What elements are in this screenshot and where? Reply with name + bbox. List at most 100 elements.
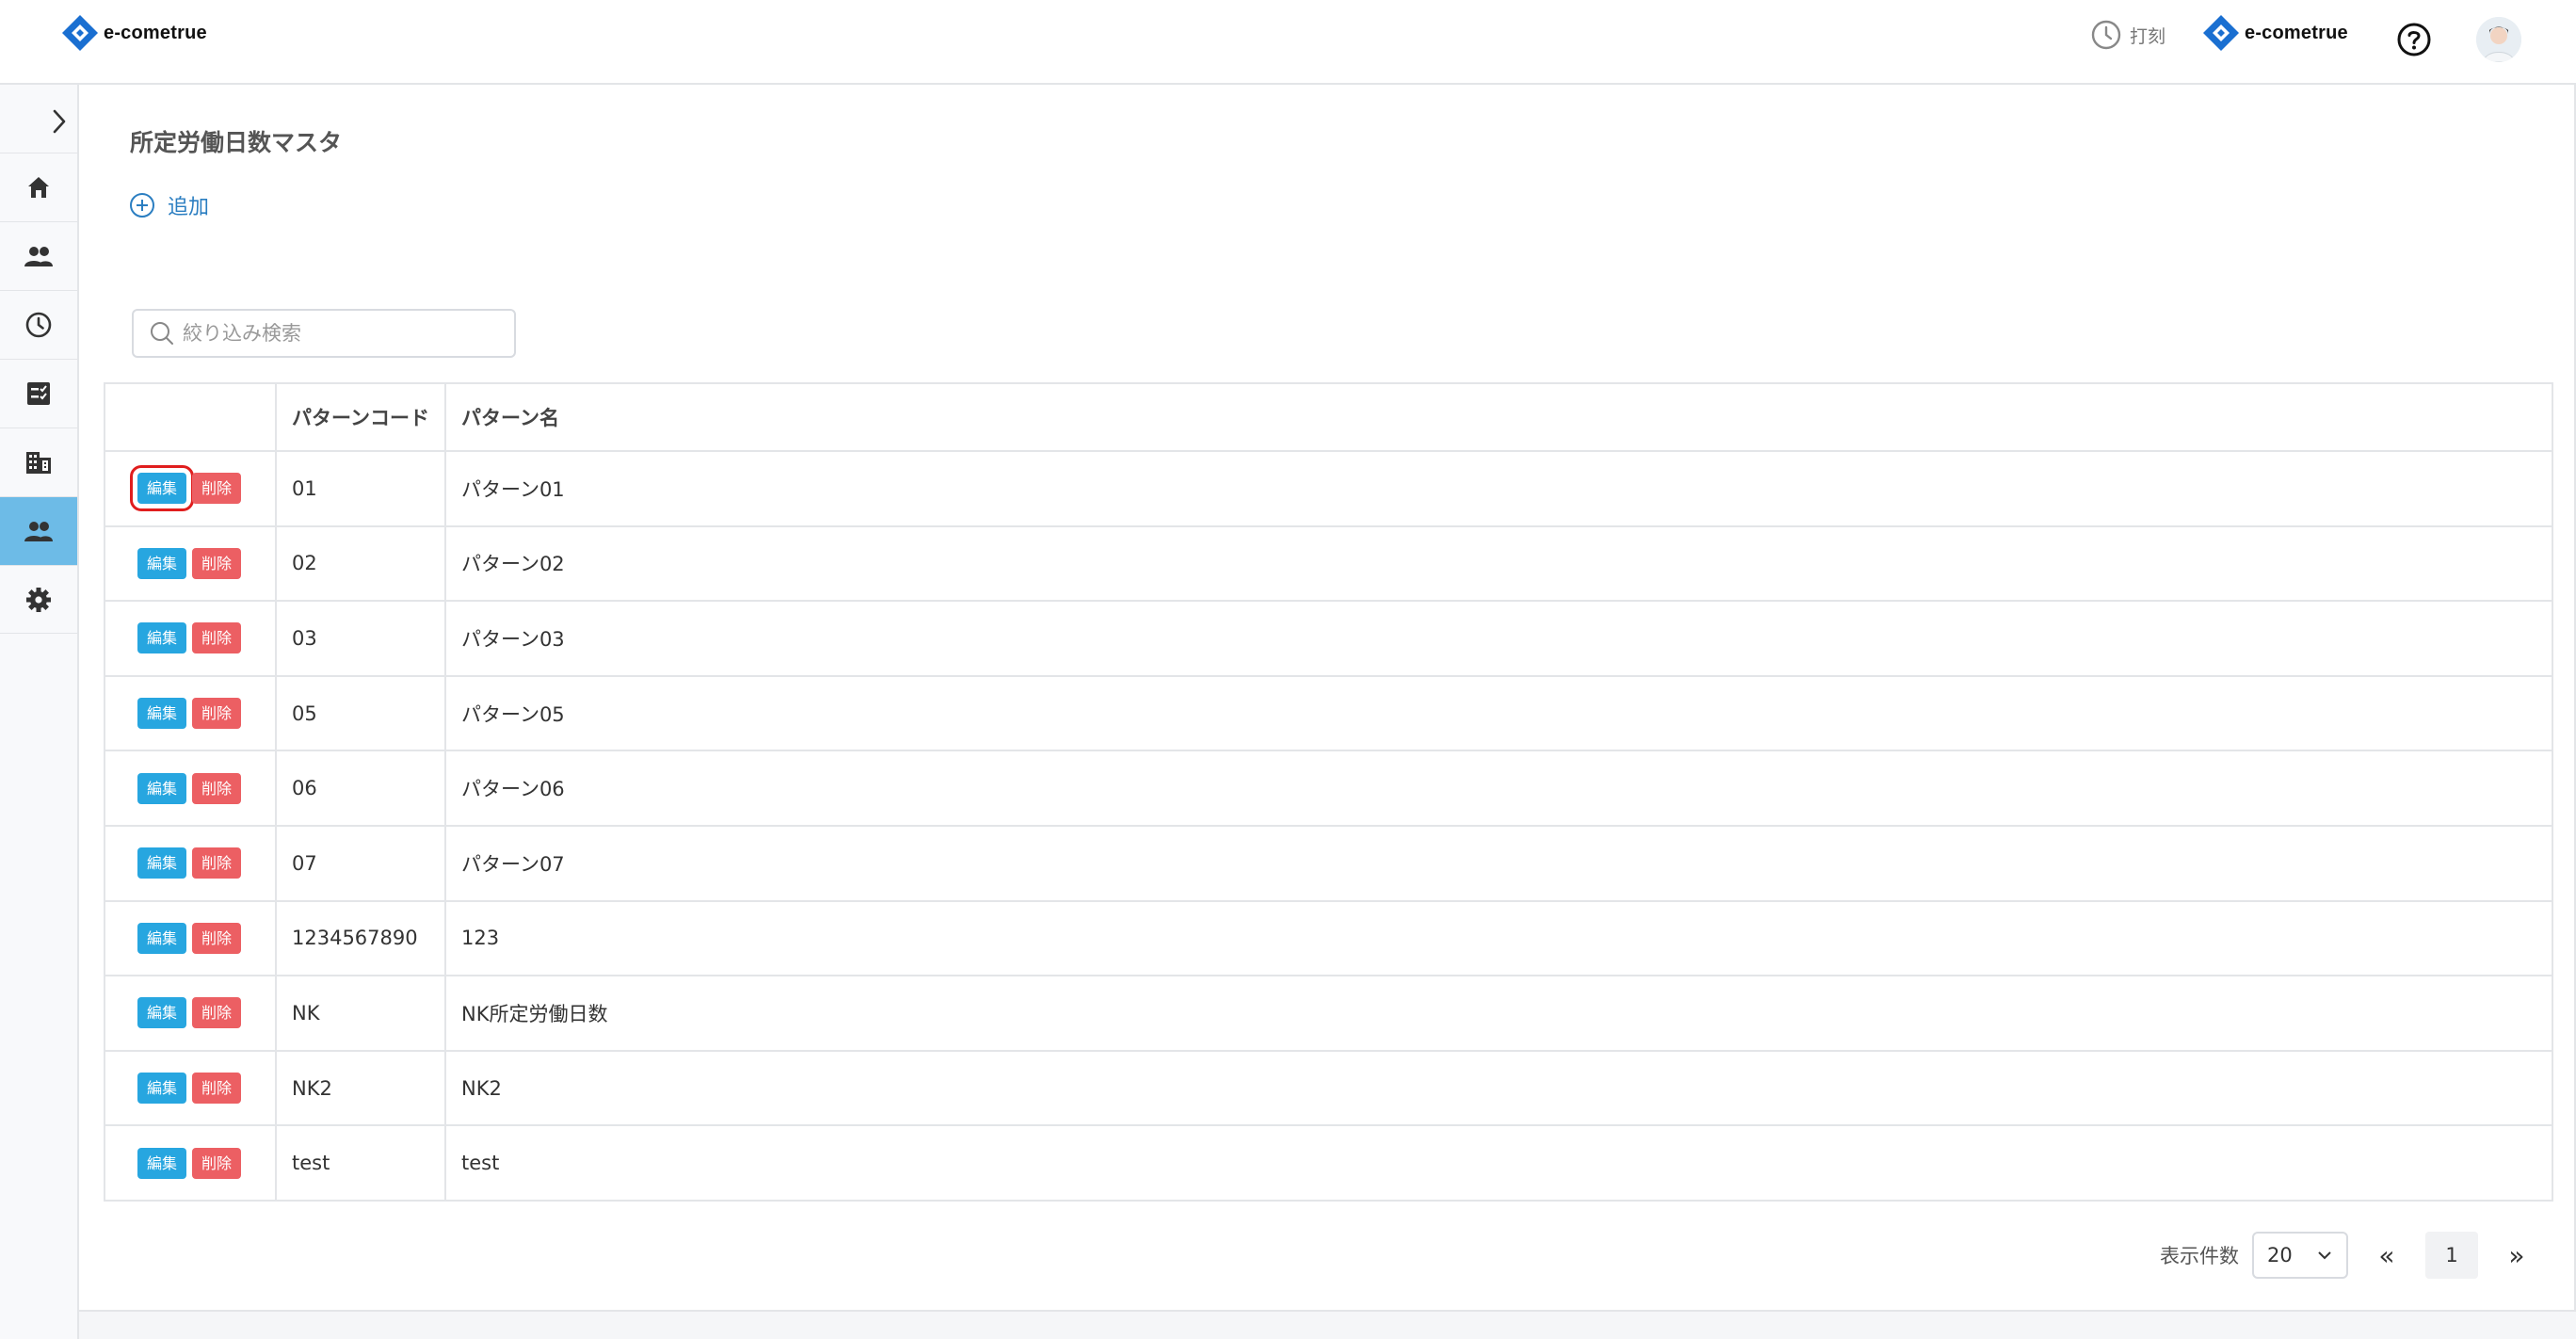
page-title: 所定労働日数マスタ	[130, 129, 343, 156]
delete-button[interactable]: 削除	[192, 922, 242, 954]
search-input[interactable]	[183, 322, 503, 345]
company-logo: e-cometrue	[2201, 13, 2348, 53]
row-actions: 編集 削除	[104, 750, 277, 827]
delete-button[interactable]: 削除	[192, 847, 242, 879]
user-avatar[interactable]	[2476, 17, 2521, 62]
next-page-button[interactable]: »	[2491, 1232, 2542, 1279]
pattern-table: パターンコード パターン名 編集 削除 01 パターン01 編集 削除 02 パ…	[104, 382, 2553, 1202]
users-icon	[24, 247, 53, 266]
table-row: 編集 削除 NK NK所定労働日数	[104, 975, 2553, 1052]
plus-circle-icon	[130, 193, 154, 218]
edit-button[interactable]: 編集	[137, 922, 187, 954]
add-label: 追加	[168, 196, 210, 219]
table-row: 編集 削除 NK2 NK2	[104, 1049, 2553, 1127]
sidebar-item-home[interactable]	[0, 153, 77, 221]
cell-name: パターン06	[444, 750, 2553, 827]
cell-code: 01	[275, 450, 446, 527]
gear-icon	[26, 587, 51, 612]
sidebar-item-employees[interactable]	[0, 221, 77, 290]
sidebar-item-approvals[interactable]	[0, 359, 77, 428]
delete-button[interactable]: 削除	[192, 772, 242, 804]
top-header: e-cometrue 打刻 e-cometrue	[0, 0, 2576, 85]
sidebar-item-attendance[interactable]	[0, 290, 77, 359]
row-actions: 編集 削除	[104, 1049, 277, 1127]
row-actions: 編集 削除	[104, 450, 277, 527]
edit-button[interactable]: 編集	[129, 465, 195, 512]
cell-name: 123	[444, 899, 2553, 977]
cell-name: NK所定労働日数	[444, 975, 2553, 1052]
punch-label: 打刻	[2130, 25, 2166, 47]
row-actions: 編集 削除	[104, 524, 277, 603]
table-row: 編集 削除 07 パターン07	[104, 824, 2553, 902]
table-row: 編集 削除 1234567890 123	[104, 899, 2553, 977]
cell-name: パターン01	[444, 450, 2553, 527]
table-row: 編集 削除 05 パターン05	[104, 674, 2553, 752]
delete-button[interactable]: 削除	[192, 547, 242, 579]
add-button[interactable]: 追加	[128, 190, 209, 220]
cell-name: test	[444, 1124, 2553, 1202]
page-number-button[interactable]: 1	[2425, 1232, 2478, 1279]
sidebar-item-organization[interactable]	[0, 428, 77, 496]
cell-name: パターン07	[444, 824, 2553, 902]
row-actions: 編集 削除	[104, 975, 277, 1052]
edit-button[interactable]: 編集	[137, 1147, 187, 1179]
column-header-actions	[104, 382, 277, 452]
row-actions: 編集 削除	[104, 674, 277, 752]
brand-logo[interactable]: e-cometrue	[60, 13, 207, 53]
sidebar-item-master[interactable]	[0, 496, 77, 565]
chevron-down-icon	[2318, 1251, 2331, 1260]
table-row: 編集 削除 03 パターン03	[104, 600, 2553, 677]
company-name: e-cometrue	[2245, 22, 2348, 43]
per-page-label: 表示件数	[2160, 1245, 2239, 1267]
cell-code: NK	[275, 975, 446, 1052]
delete-button[interactable]: 削除	[192, 1073, 242, 1105]
edit-button[interactable]: 編集	[137, 847, 187, 879]
building-icon	[26, 452, 51, 474]
row-actions: 編集 削除	[104, 600, 277, 677]
delete-button[interactable]: 削除	[192, 997, 242, 1029]
clock-icon	[25, 312, 52, 338]
column-header-name: パターン名	[444, 382, 2553, 452]
table-row: 編集 削除 test test	[104, 1124, 2553, 1202]
brand-name: e-cometrue	[104, 22, 207, 43]
table-row: 編集 削除 01 パターン01	[104, 450, 2553, 527]
edit-button[interactable]: 編集	[137, 772, 187, 804]
edit-button[interactable]: 編集	[137, 622, 187, 654]
logo-mark-icon	[62, 15, 98, 51]
per-page-value: 20	[2267, 1244, 2293, 1266]
cell-name: パターン03	[444, 600, 2553, 677]
cell-code: 03	[275, 600, 446, 677]
home-icon	[28, 177, 49, 198]
cell-code: 05	[275, 674, 446, 752]
logo-mark-icon	[2203, 15, 2239, 51]
table-header-row: パターンコード パターン名	[104, 382, 2553, 452]
table-row: 編集 削除 02 パターン02	[104, 524, 2553, 603]
edit-button[interactable]: 編集	[137, 547, 187, 579]
search-box[interactable]	[132, 309, 516, 358]
edit-button[interactable]: 編集	[137, 698, 187, 730]
delete-button[interactable]: 削除	[192, 473, 242, 505]
prev-page-button[interactable]: «	[2361, 1232, 2412, 1279]
chevron-right-icon[interactable]	[45, 105, 73, 137]
sidebar-item-settings[interactable]	[0, 565, 77, 634]
search-icon	[151, 322, 173, 345]
cell-code: test	[275, 1124, 446, 1202]
pagination: 表示件数 20 « 1 »	[2160, 1232, 2542, 1279]
cell-code: 1234567890	[275, 899, 446, 977]
main-content: 所定労働日数マスタ 追加 パターンコード パターン名	[79, 85, 2576, 1312]
delete-button[interactable]: 削除	[192, 1147, 242, 1179]
column-header-code: パターンコード	[275, 382, 446, 452]
delete-button[interactable]: 削除	[192, 698, 242, 730]
delete-button[interactable]: 削除	[192, 622, 242, 654]
per-page-select[interactable]: 20	[2252, 1232, 2348, 1279]
help-icon[interactable]	[2395, 21, 2433, 58]
edit-button[interactable]: 編集	[137, 1073, 187, 1105]
cell-code: 07	[275, 824, 446, 902]
cell-code: 06	[275, 750, 446, 827]
row-actions: 編集 削除	[104, 1124, 277, 1202]
cell-code: NK2	[275, 1049, 446, 1127]
clock-icon	[2091, 20, 2121, 50]
sidebar	[0, 85, 79, 1339]
punch-button[interactable]: 打刻	[2090, 19, 2165, 51]
edit-button[interactable]: 編集	[137, 997, 187, 1029]
